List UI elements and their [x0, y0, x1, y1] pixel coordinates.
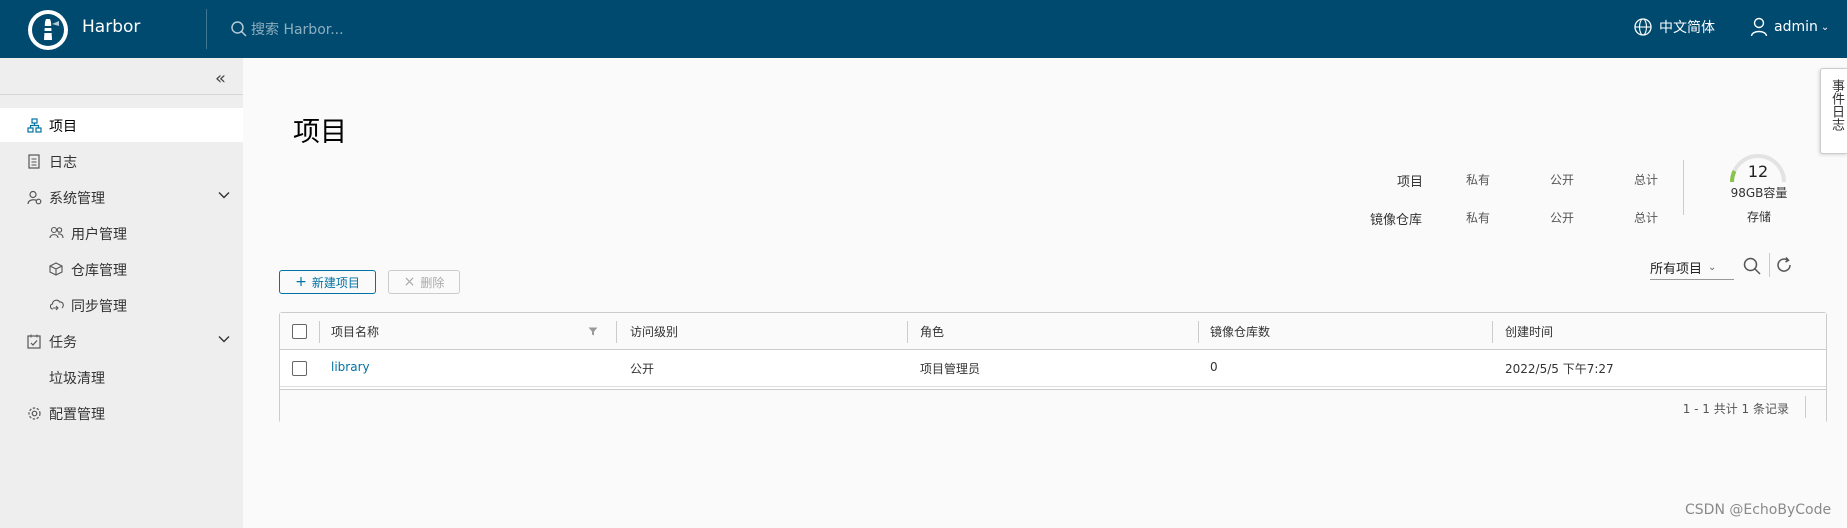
- delete-label: 删除: [420, 275, 445, 290]
- sidebar-item-label: 同步管理: [71, 299, 127, 315]
- chevron-down-icon: ⌄: [1708, 262, 1717, 273]
- chevron-down-icon: ⌄: [1820, 21, 1830, 33]
- stat-projects-total: 总计: [1634, 173, 1659, 187]
- chevron-down-icon: [218, 335, 230, 343]
- table-header: 项目名称 访问级别 角色 镜像仓库数 创建时间: [280, 313, 1826, 350]
- refresh-icon[interactable]: [1775, 256, 1793, 274]
- sidebar-item-label: 日志: [49, 155, 77, 171]
- top-header: Harbor 搜索 Harbor... 中文简体 admin ⌄: [0, 0, 1847, 58]
- projects-table: 项目名称 访问级别 角色 镜像仓库数 创建时间 library 公开 项目管理员…: [279, 312, 1827, 423]
- brand-name[interactable]: Harbor: [82, 17, 140, 37]
- column-separator: [616, 321, 617, 343]
- registry-icon: [49, 262, 63, 276]
- config-icon: [27, 406, 42, 421]
- system-admin-icon: [27, 190, 42, 205]
- column-header-repo-count[interactable]: 镜像仓库数: [1210, 323, 1270, 340]
- column-header-access[interactable]: 访问级别: [630, 323, 678, 340]
- gauge-storage-label: 存储: [1746, 210, 1771, 224]
- stat-repos-private: 私有: [1466, 211, 1491, 225]
- sidebar-item-label: 系统管理: [49, 191, 105, 207]
- sidebar-item-registries[interactable]: 仓库管理: [0, 252, 243, 286]
- column-separator: [1492, 321, 1493, 343]
- project-filter-select[interactable]: 所有项目 ⌄: [1650, 256, 1734, 280]
- header-divider: [206, 9, 207, 49]
- sidebar-item-projects[interactable]: 项目: [0, 108, 243, 142]
- stats-divider: [1683, 160, 1684, 215]
- watermark: CSDN @EchoByCode: [1685, 502, 1832, 518]
- project-icon: [27, 118, 42, 133]
- collapse-sidebar-icon[interactable]: «: [215, 68, 226, 89]
- user-menu[interactable]: admin ⌄: [1750, 17, 1829, 37]
- filter-value: 所有项目: [1650, 262, 1703, 277]
- sidebar-item-system-admin[interactable]: 系统管理: [0, 180, 243, 214]
- column-separator: [907, 321, 908, 343]
- sidebar-item-users[interactable]: 用户管理: [0, 216, 243, 250]
- event-log-label: 事件日志: [1829, 79, 1844, 131]
- close-icon: ×: [403, 274, 416, 290]
- stat-projects-private: 私有: [1466, 173, 1491, 187]
- column-header-name[interactable]: 项目名称: [331, 323, 379, 340]
- search-input[interactable]: 搜索 Harbor...: [251, 19, 344, 39]
- toolbar-divider: [1769, 253, 1770, 277]
- new-project-label: 新建项目: [311, 275, 360, 290]
- cell-role: 项目管理员: [920, 362, 981, 376]
- column-header-role[interactable]: 角色: [920, 323, 944, 340]
- sidebar-item-configuration[interactable]: 配置管理: [0, 396, 243, 430]
- sidebar-item-label: 项目: [49, 119, 77, 135]
- global-search[interactable]: 搜索 Harbor...: [230, 17, 344, 41]
- stat-repos-label: 镜像仓库: [1370, 213, 1423, 228]
- stat-repos-total: 总计: [1634, 211, 1659, 225]
- chevron-down-icon: [218, 191, 230, 199]
- sidebar-item-replications[interactable]: 同步管理: [0, 288, 243, 322]
- username: admin: [1774, 19, 1818, 35]
- sidebar-item-garbage-collection[interactable]: 垃圾清理: [0, 360, 243, 394]
- search-icon[interactable]: [1742, 256, 1762, 276]
- log-icon: [27, 154, 41, 169]
- column-separator: [319, 321, 320, 343]
- cell-repo-count: 0: [1210, 360, 1218, 374]
- event-log-tab[interactable]: 事件日志: [1820, 68, 1847, 154]
- sidebar-divider: [0, 94, 243, 95]
- tasks-icon: [27, 334, 41, 349]
- page-title: 项目: [293, 117, 347, 148]
- delete-button[interactable]: × 删除: [388, 270, 460, 294]
- replication-icon: [49, 298, 65, 311]
- sidebar-item-label: 仓库管理: [71, 263, 127, 279]
- gauge-capacity: 98GB容量: [1730, 186, 1788, 200]
- column-separator: [1198, 321, 1199, 343]
- stat-projects-public: 公开: [1550, 173, 1575, 187]
- row-checkbox[interactable]: [292, 361, 307, 376]
- language-label: 中文简体: [1659, 20, 1715, 36]
- search-icon: [230, 20, 248, 38]
- project-name-link[interactable]: library: [331, 360, 370, 374]
- sidebar-item-tasks[interactable]: 任务: [0, 324, 243, 358]
- cell-created: 2022/5/5 下午7:27: [1505, 362, 1614, 376]
- pagination-summary: 1 - 1 共计 1 条记录: [1682, 402, 1789, 416]
- sidebar-item-label: 垃圾清理: [49, 371, 105, 387]
- new-project-button[interactable]: + 新建项目: [279, 270, 376, 294]
- sidebar-item-label: 配置管理: [49, 407, 105, 423]
- sidebar-item-label: 任务: [49, 335, 77, 351]
- footer-divider: [1805, 396, 1806, 418]
- cell-access: 公开: [630, 362, 655, 376]
- plus-icon: +: [295, 274, 307, 290]
- select-all-checkbox[interactable]: [292, 324, 307, 339]
- stat-repos-public: 公开: [1550, 211, 1575, 225]
- harbor-logo-icon[interactable]: [28, 10, 68, 50]
- table-row: library 公开 项目管理员 0 2022/5/5 下午7:27: [280, 350, 1826, 387]
- language-selector[interactable]: 中文简体: [1633, 17, 1715, 37]
- gauge-value: 12: [1747, 162, 1769, 181]
- table-footer: 1 - 1 共计 1 条记录: [280, 389, 1826, 423]
- sidebar: « 项目 日志 系统管理 用户管理 仓库管理 同步管理 任务 垃圾清理 配置管理: [0, 58, 243, 528]
- user-icon: [1750, 17, 1768, 37]
- stat-projects-label: 项目: [1397, 175, 1424, 190]
- column-header-created[interactable]: 创建时间: [1505, 323, 1553, 340]
- sidebar-item-label: 用户管理: [71, 227, 127, 243]
- users-icon: [49, 226, 64, 240]
- sidebar-item-logs[interactable]: 日志: [0, 144, 243, 178]
- globe-icon: [1633, 17, 1653, 37]
- filter-icon[interactable]: [588, 327, 598, 336]
